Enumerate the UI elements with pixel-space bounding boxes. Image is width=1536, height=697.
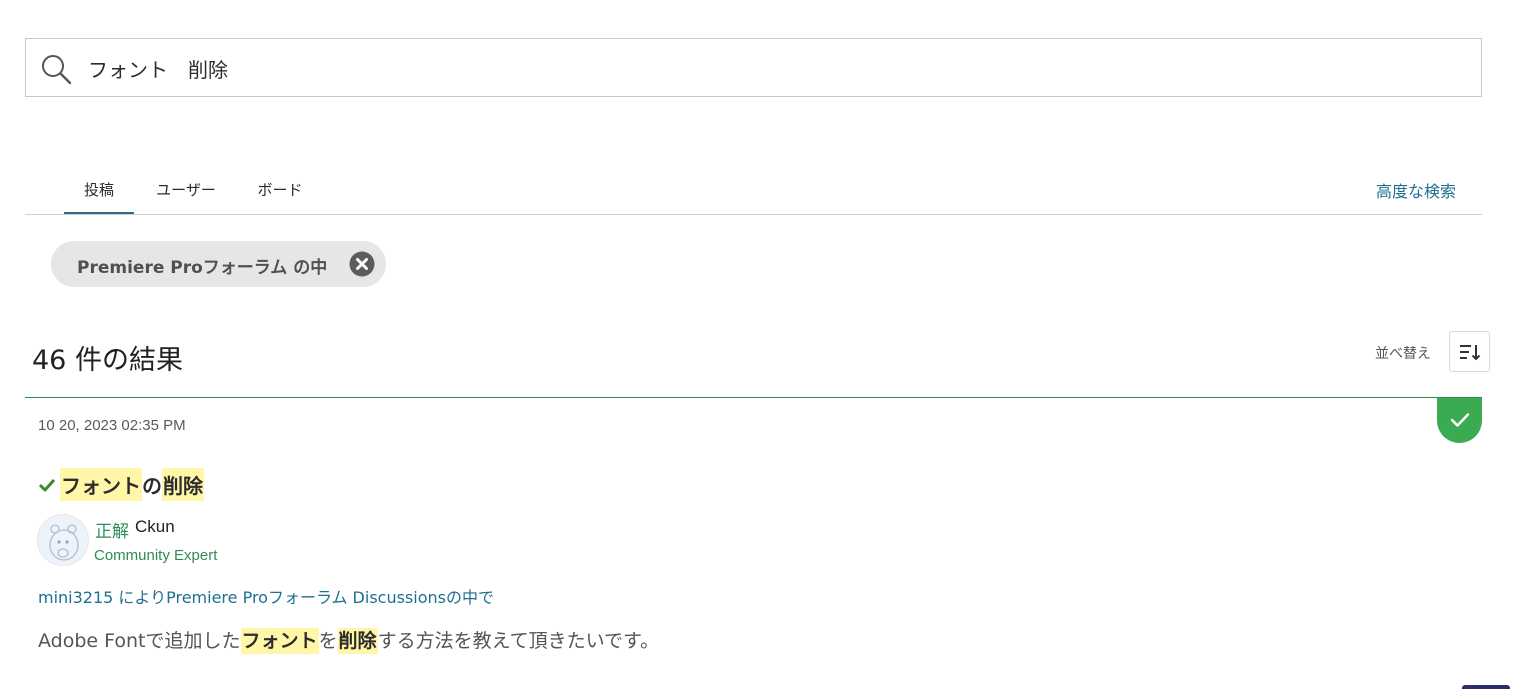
tab-boards[interactable]: ボード — [254, 176, 306, 214]
results-count: 46 件の結果 — [32, 338, 183, 377]
search-box[interactable] — [25, 38, 1482, 97]
post-snippet: Adobe Fontで追加したフォントを削除する方法を教えて頂きたいです。 — [38, 626, 659, 653]
snippet-text: Adobe Fontで追加した — [38, 630, 241, 652]
title-highlight: 削除 — [162, 468, 204, 501]
checkmark-icon — [1450, 412, 1470, 428]
avatar-image — [38, 515, 89, 566]
advanced-search-link[interactable]: 高度な検索 — [1376, 178, 1456, 202]
floating-widget[interactable] — [1462, 685, 1510, 689]
search-input[interactable] — [88, 49, 1458, 87]
search-icon — [40, 53, 72, 85]
solved-badge — [1437, 398, 1482, 443]
title-text: の — [142, 470, 162, 499]
board-filter-chip: Premiere Proフォーラム の中 — [51, 241, 386, 287]
filter-chip-label: Premiere Proフォーラム の中 — [77, 253, 327, 278]
author-name[interactable]: Ckun — [135, 517, 175, 537]
snippet-text: を — [319, 630, 338, 652]
snippet-highlight: 削除 — [338, 628, 378, 654]
sort-label: 並べ替え — [1375, 343, 1431, 363]
post-title-link[interactable]: フォントの削除 — [38, 468, 204, 501]
post-meta-link[interactable]: mini3215 によりPremiere Proフォーラム Discussion… — [38, 584, 494, 608]
snippet-text: する方法を教えて頂きたいです。 — [378, 630, 660, 652]
snippet-highlight: フォント — [241, 628, 319, 654]
solution-author: 正解 Ckun Community Expert — [37, 514, 437, 568]
result-type-tabs: 投稿 ユーザー ボード 高度な検索 — [25, 160, 1482, 215]
post-date: 10 20, 2023 02:35 PM — [38, 417, 186, 434]
sort-button[interactable] — [1449, 331, 1490, 372]
tab-posts[interactable]: 投稿 — [64, 176, 134, 214]
close-icon[interactable] — [349, 251, 375, 277]
title-highlight: フォント — [60, 468, 142, 501]
avatar[interactable] — [37, 514, 89, 566]
solved-check-icon — [38, 478, 56, 492]
search-result-item: 10 20, 2023 02:35 PM フォントの削除 正解 Ckun Com… — [25, 397, 1482, 697]
sort-icon — [1459, 343, 1481, 361]
solution-label: 正解 — [95, 517, 129, 542]
tab-users[interactable]: ユーザー — [153, 176, 219, 214]
author-role-badge: Community Expert — [94, 547, 217, 564]
